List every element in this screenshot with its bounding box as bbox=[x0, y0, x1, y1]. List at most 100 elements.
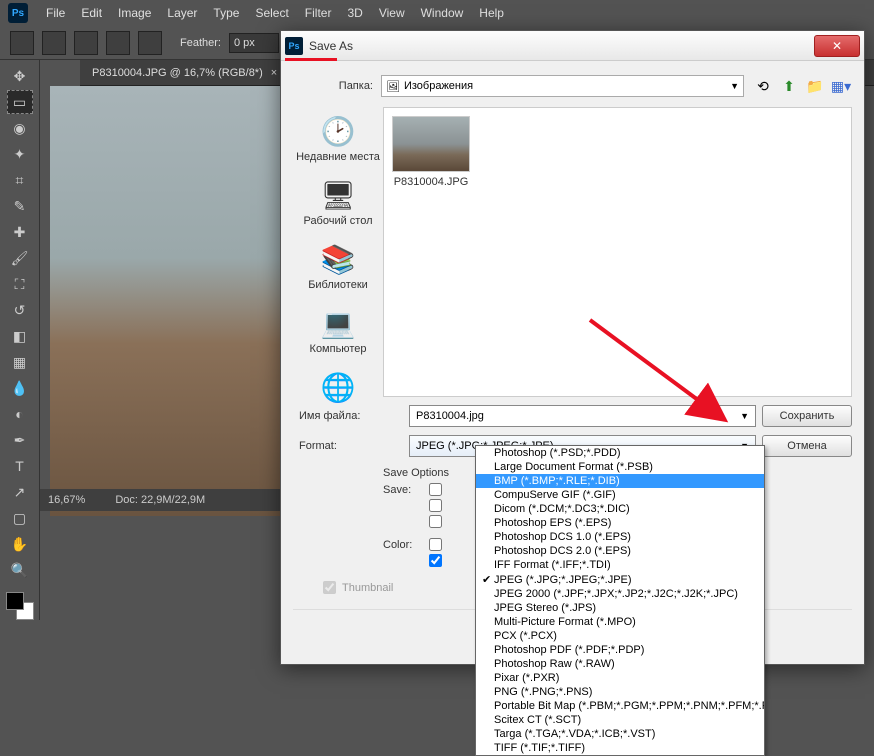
fg-color-icon[interactable] bbox=[6, 592, 24, 610]
shape-tool-icon[interactable]: ▢ bbox=[7, 506, 33, 530]
marquee-tool-icon[interactable]: ▭ bbox=[7, 90, 33, 114]
format-option[interactable]: PNG (*.PNG;*.PNS) bbox=[476, 685, 764, 699]
color-swatch[interactable] bbox=[6, 592, 34, 620]
recent-icon: 🕑 bbox=[320, 113, 356, 149]
wand-tool-icon[interactable]: ✦ bbox=[7, 142, 33, 166]
menu-view[interactable]: View bbox=[379, 6, 405, 20]
selection-add-icon[interactable] bbox=[74, 31, 98, 55]
format-option[interactable]: Large Document Format (*.PSB) bbox=[476, 460, 764, 474]
format-option[interactable]: TIFF (*.TIF;*.TIFF) bbox=[476, 741, 764, 755]
place-label: Библиотеки bbox=[308, 279, 368, 291]
lasso-tool-icon[interactable]: ◉ bbox=[7, 116, 33, 140]
filename-input[interactable]: P8310004.jpg ▼ bbox=[409, 405, 756, 427]
dialog-titlebar[interactable]: Ps Save As ✕ bbox=[281, 31, 864, 61]
file-item[interactable]: P8310004.JPG bbox=[392, 116, 470, 188]
format-option[interactable]: Photoshop DCS 1.0 (*.EPS) bbox=[476, 530, 764, 544]
crop-tool-icon[interactable]: ⌗ bbox=[7, 168, 33, 192]
format-dropdown-list[interactable]: Photoshop (*.PSD;*.PDD)Large Document Fo… bbox=[475, 445, 765, 756]
move-tool-icon[interactable]: ✥ bbox=[7, 64, 33, 88]
color-icc-checkbox[interactable] bbox=[429, 554, 442, 567]
document-image bbox=[50, 86, 285, 516]
format-option[interactable]: Photoshop Raw (*.RAW) bbox=[476, 657, 764, 671]
file-name: P8310004.JPG bbox=[394, 176, 469, 188]
folder-icon: 🖼 bbox=[386, 80, 400, 93]
view-menu-icon[interactable]: ▦▾ bbox=[830, 75, 852, 97]
gradient-tool-icon[interactable]: ▦ bbox=[7, 350, 33, 374]
format-option[interactable]: Photoshop DCS 2.0 (*.EPS) bbox=[476, 544, 764, 558]
menu-type[interactable]: Type bbox=[213, 6, 239, 20]
format-option[interactable]: Photoshop PDF (*.PDF;*.PDP) bbox=[476, 643, 764, 657]
menu-select[interactable]: Select bbox=[255, 6, 288, 20]
up-icon[interactable]: ⬆ bbox=[778, 75, 800, 97]
eraser-tool-icon[interactable]: ◧ bbox=[7, 324, 33, 348]
cancel-button[interactable]: Отмена bbox=[762, 435, 852, 457]
feather-input[interactable] bbox=[229, 33, 279, 53]
tool-preset-icon[interactable] bbox=[10, 31, 34, 55]
new-folder-icon[interactable]: 📁 bbox=[804, 75, 826, 97]
save-alpha-checkbox[interactable] bbox=[429, 515, 442, 528]
thumbnail-checkbox bbox=[323, 581, 336, 594]
menu-image[interactable]: Image bbox=[118, 6, 151, 20]
selection-sub-icon[interactable] bbox=[106, 31, 130, 55]
selection-new-icon[interactable] bbox=[42, 31, 66, 55]
selection-intersect-icon[interactable] bbox=[138, 31, 162, 55]
dodge-tool-icon[interactable]: ◐ bbox=[7, 402, 33, 426]
menu-edit[interactable]: Edit bbox=[81, 6, 102, 20]
menu-window[interactable]: Window bbox=[421, 6, 464, 20]
save-copy-checkbox[interactable] bbox=[429, 483, 442, 496]
format-label: Format: bbox=[293, 440, 403, 452]
blur-tool-icon[interactable]: 💧 bbox=[7, 376, 33, 400]
menu-help[interactable]: Help bbox=[479, 6, 504, 20]
format-option[interactable]: CompuServe GIF (*.GIF) bbox=[476, 488, 764, 502]
format-option[interactable]: Photoshop EPS (*.EPS) bbox=[476, 516, 764, 530]
format-option[interactable]: JPEG Stereo (*.JPS) bbox=[476, 601, 764, 615]
format-option[interactable]: Pixar (*.PXR) bbox=[476, 671, 764, 685]
eyedropper-tool-icon[interactable]: ✎ bbox=[7, 194, 33, 218]
format-option[interactable]: Multi-Picture Format (*.MPO) bbox=[476, 615, 764, 629]
folder-combo[interactable]: 🖼 Изображения ▼ bbox=[381, 75, 744, 97]
format-option[interactable]: Targa (*.TGA;*.VDA;*.ICB;*.VST) bbox=[476, 727, 764, 741]
menu-filter[interactable]: Filter bbox=[305, 6, 332, 20]
menubar: Ps File Edit Image Layer Type Select Fil… bbox=[0, 0, 874, 26]
save-sublabel: Save: bbox=[383, 484, 423, 496]
hand-tool-icon[interactable]: ✋ bbox=[7, 532, 33, 556]
color-sublabel: Color: bbox=[383, 539, 423, 551]
toolbox: ✥ ▭ ◉ ✦ ⌗ ✎ ✚ 🖌 ⛶ ↺ ◧ ▦ 💧 ◐ ✒ T ↗ ▢ ✋ 🔍 bbox=[0, 60, 40, 620]
history-brush-icon[interactable]: ↺ bbox=[7, 298, 33, 322]
stamp-tool-icon[interactable]: ⛶ bbox=[7, 272, 33, 296]
save-notes-checkbox[interactable] bbox=[429, 499, 442, 512]
format-option[interactable]: JPEG 2000 (*.JPF;*.JPX;*.JP2;*.J2C;*.J2K… bbox=[476, 587, 764, 601]
zoom-level[interactable]: 16,67% bbox=[48, 494, 85, 506]
heal-tool-icon[interactable]: ✚ bbox=[7, 220, 33, 244]
format-option[interactable]: PCX (*.PCX) bbox=[476, 629, 764, 643]
place-recent[interactable]: 🕑 Недавние места bbox=[296, 113, 380, 163]
back-icon[interactable]: ⟲ bbox=[752, 75, 774, 97]
close-button[interactable]: ✕ bbox=[814, 35, 860, 57]
format-option[interactable]: ✔JPEG (*.JPG;*.JPEG;*.JPE) bbox=[476, 572, 764, 587]
zoom-tool-icon[interactable]: 🔍 bbox=[7, 558, 33, 582]
chevron-down-icon[interactable]: ▼ bbox=[730, 81, 739, 91]
format-option[interactable]: Portable Bit Map (*.PBM;*.PGM;*.PPM;*.PN… bbox=[476, 699, 764, 713]
save-button[interactable]: Сохранить bbox=[762, 405, 852, 427]
dialog-app-icon: Ps bbox=[285, 37, 303, 55]
place-computer[interactable]: 💻 Компьютер bbox=[310, 305, 367, 355]
menu-3d[interactable]: 3D bbox=[347, 6, 362, 20]
color-proof-checkbox[interactable] bbox=[429, 538, 442, 551]
place-network[interactable]: 🌐 bbox=[320, 369, 356, 405]
filename-value: P8310004.jpg bbox=[416, 410, 484, 422]
format-option[interactable]: Dicom (*.DCM;*.DC3;*.DIC) bbox=[476, 502, 764, 516]
chevron-down-icon[interactable]: ▼ bbox=[740, 411, 749, 421]
menu-file[interactable]: File bbox=[46, 6, 65, 20]
close-tab-icon[interactable]: × bbox=[271, 67, 277, 79]
files-pane[interactable]: P8310004.JPG bbox=[383, 107, 852, 397]
place-libraries[interactable]: 📚 Библиотеки bbox=[308, 241, 368, 291]
path-tool-icon[interactable]: ↗ bbox=[7, 480, 33, 504]
format-option[interactable]: BMP (*.BMP;*.RLE;*.DIB) bbox=[476, 474, 764, 488]
pen-tool-icon[interactable]: ✒ bbox=[7, 428, 33, 452]
format-option[interactable]: IFF Format (*.IFF;*.TDI) bbox=[476, 558, 764, 572]
format-option[interactable]: Photoshop (*.PSD;*.PDD) bbox=[476, 446, 764, 460]
brush-tool-icon[interactable]: 🖌 bbox=[7, 246, 33, 270]
menu-layer[interactable]: Layer bbox=[167, 6, 197, 20]
place-desktop[interactable]: 🖥 Рабочий стол bbox=[303, 177, 372, 227]
type-tool-icon[interactable]: T bbox=[7, 454, 33, 478]
